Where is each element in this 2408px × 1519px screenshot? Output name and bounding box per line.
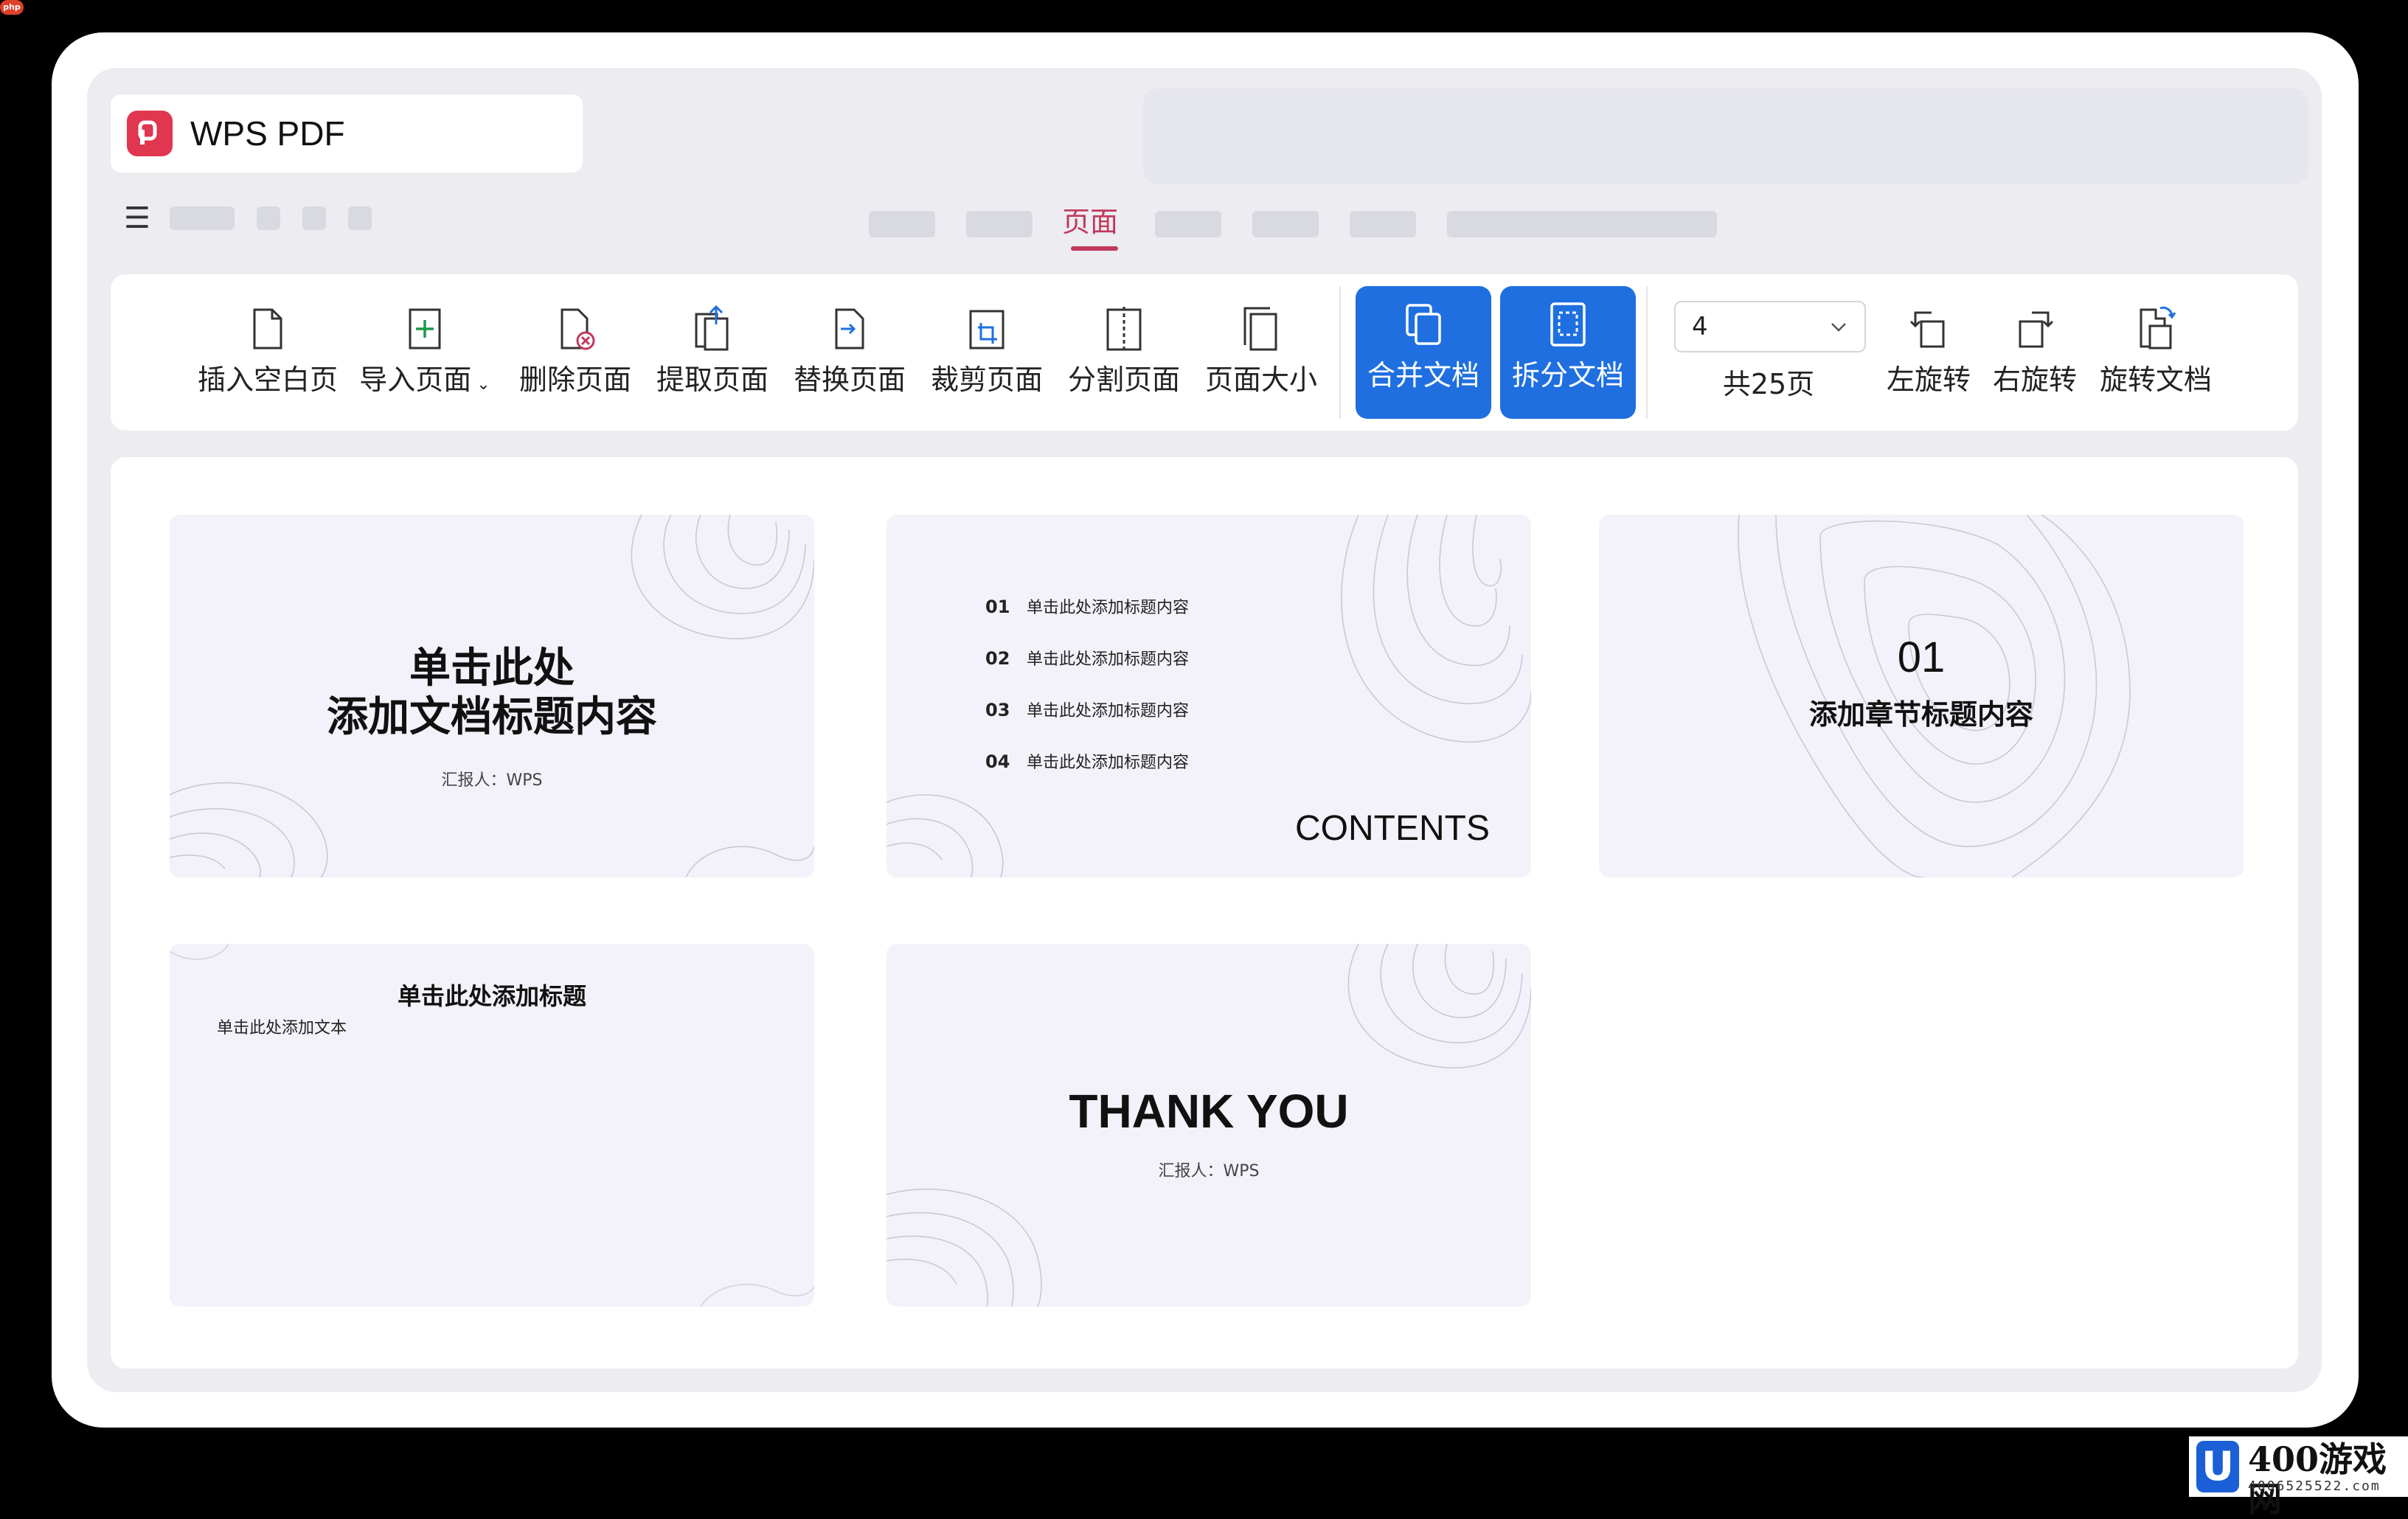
tool-label: 提取页面 xyxy=(656,364,768,396)
tool-label: 插入空白页 xyxy=(197,364,338,396)
quick-action-placeholder[interactable] xyxy=(257,206,280,230)
tab-active-indicator xyxy=(1071,246,1118,251)
page-size-button[interactable]: 页面大小 xyxy=(1195,274,1328,431)
rotate-document-button[interactable]: 旋转文档 xyxy=(2093,274,2218,431)
split-document-icon xyxy=(1550,302,1586,347)
tool-label: 删除页面 xyxy=(518,364,631,396)
chevron-down-icon: ⌄ xyxy=(471,375,490,394)
toc-text: 单击此处添加标题内容 xyxy=(1027,754,1190,772)
tool-label: 旋转文档 xyxy=(2099,364,2212,396)
slide-title-line2: 添加文档标题内容 xyxy=(327,693,657,741)
tool-label: 页面大小 xyxy=(1204,364,1317,396)
toc-item: 02 单击此处添加标题内容 xyxy=(985,646,1189,670)
tab-placeholder[interactable] xyxy=(966,211,1033,237)
crop-page-button[interactable]: 裁剪页面 xyxy=(920,274,1053,431)
rotate-left-button[interactable]: 左旋转 xyxy=(1881,274,1977,431)
toc-text: 单击此处添加标题内容 xyxy=(1027,702,1190,720)
rotate-right-button[interactable]: 右旋转 xyxy=(1987,274,2083,431)
extract-page-button[interactable]: 提取页面 xyxy=(646,274,779,431)
section-number: 01 xyxy=(1897,633,1946,681)
toc-item: 04 单击此处添加标题内容 xyxy=(985,749,1189,773)
page-thumbnail-4[interactable]: 单击此处添加标题 单击此处添加文本 xyxy=(170,944,814,1307)
toc-number: 02 xyxy=(985,648,1010,669)
toolbar-divider xyxy=(1339,286,1341,419)
tab-placeholder[interactable] xyxy=(1350,211,1416,237)
wps-pdf-logo-icon xyxy=(127,111,173,156)
tab-placeholder[interactable] xyxy=(869,211,935,237)
tool-label: 替换页面 xyxy=(793,364,906,396)
toc-text: 单击此处添加标题内容 xyxy=(1027,650,1190,669)
split-page-icon xyxy=(1106,307,1142,352)
site-watermark: U 400游戏网 4006525522.com xyxy=(2189,1436,2408,1519)
tool-label: 左旋转 xyxy=(1886,364,1971,396)
merge-document-icon xyxy=(1406,304,1441,345)
toc-number: 04 xyxy=(985,751,1010,772)
tab-page[interactable]: 页面 xyxy=(1062,204,1118,240)
toc-number: 01 xyxy=(985,597,1010,617)
tool-label: 分割页面 xyxy=(1067,364,1180,396)
replace-page-icon xyxy=(835,308,864,350)
tab-placeholder[interactable] xyxy=(1252,211,1319,237)
replace-page-button[interactable]: 替换页面 xyxy=(783,274,916,431)
import-page-icon xyxy=(409,308,441,350)
corner-logo: php xyxy=(0,0,24,15)
delete-page-icon xyxy=(561,308,595,350)
slide-title: 单击此处添加标题 xyxy=(397,982,586,1010)
menu-placeholder[interactable] xyxy=(170,206,235,230)
tool-label: 裁剪页面 xyxy=(930,364,1043,396)
rotate-right-icon xyxy=(2019,311,2054,348)
crop-page-icon xyxy=(969,310,1005,350)
page-thumbnail-1[interactable]: 单击此处 添加文档标题内容 汇报人：WPS xyxy=(170,515,814,877)
page-number-value: 4 xyxy=(1692,312,1708,341)
quick-action-placeholder[interactable] xyxy=(348,206,372,230)
page-total: 共25页 xyxy=(1722,368,1815,400)
toolbar-divider xyxy=(1646,286,1648,419)
split-page-button[interactable]: 分割页面 xyxy=(1058,274,1190,431)
app-title: WPS PDF xyxy=(190,114,345,153)
title-bar-blurred xyxy=(1143,88,2308,184)
split-document-button[interactable]: 拆分文档 xyxy=(1500,286,1636,419)
page-thumbnail-3[interactable]: 01 添加章节标题内容 xyxy=(1599,515,2244,877)
tab-placeholder[interactable] xyxy=(1447,211,1717,237)
page-thumbnail-5[interactable]: THANK YOU 汇报人：WPS xyxy=(886,944,1531,1307)
toc-item: 03 单击此处添加标题内容 xyxy=(985,698,1189,721)
rotate-left-icon xyxy=(1909,311,1945,348)
quick-action-placeholder[interactable] xyxy=(302,206,326,230)
chevron-down-icon xyxy=(1831,323,1846,332)
slide-title-line1: 单击此处 xyxy=(409,644,575,692)
slide-reporter: 汇报人：WPS xyxy=(1158,1162,1260,1181)
hamburger-menu-icon[interactable]: ☰ xyxy=(124,204,150,233)
tool-label: 右旋转 xyxy=(1992,364,2077,396)
watermark-logo: U xyxy=(2196,1441,2239,1492)
app-title-card: WPS PDF xyxy=(111,94,583,173)
contents-heading: CONTENTS xyxy=(1295,809,1490,848)
slide-body-text: 单击此处添加文本 xyxy=(217,1019,347,1037)
insert-blank-page-button[interactable]: 插入空白页 xyxy=(190,274,345,431)
section-title: 添加章节标题内容 xyxy=(1808,698,2033,731)
tab-placeholder[interactable] xyxy=(1155,211,1221,237)
page-thumbnail-2[interactable]: 01 单击此处添加标题内容 02 单击此处添加标题内容 03 单击此处添加标题内容 0… xyxy=(886,515,1531,877)
delete-page-button[interactable]: 删除页面 xyxy=(509,274,642,431)
rotate-document-icon xyxy=(2140,306,2176,350)
watermark-url: 4006525522.com xyxy=(2248,1478,2381,1494)
toc-item: 01 单击此处添加标题内容 xyxy=(985,594,1189,618)
slide-reporter: 汇报人：WPS xyxy=(441,771,543,790)
page-size-icon xyxy=(1243,307,1277,351)
import-page-button[interactable]: 导入页面 ⌄ xyxy=(350,274,500,431)
page-number-select[interactable]: 4 xyxy=(1674,301,1866,352)
thank-you-title: THANK YOU xyxy=(1069,1085,1349,1138)
extract-page-icon xyxy=(695,305,729,351)
split-document-label: 拆分文档 xyxy=(1511,359,1624,392)
toc-text: 单击此处添加标题内容 xyxy=(1027,599,1190,617)
tool-label: 导入页面 ⌄ xyxy=(359,364,490,396)
merge-document-label: 合并文档 xyxy=(1367,359,1479,392)
blank-page-icon xyxy=(253,308,282,350)
toc-number: 03 xyxy=(985,700,1010,720)
merge-document-button[interactable]: 合并文档 xyxy=(1356,286,1491,419)
